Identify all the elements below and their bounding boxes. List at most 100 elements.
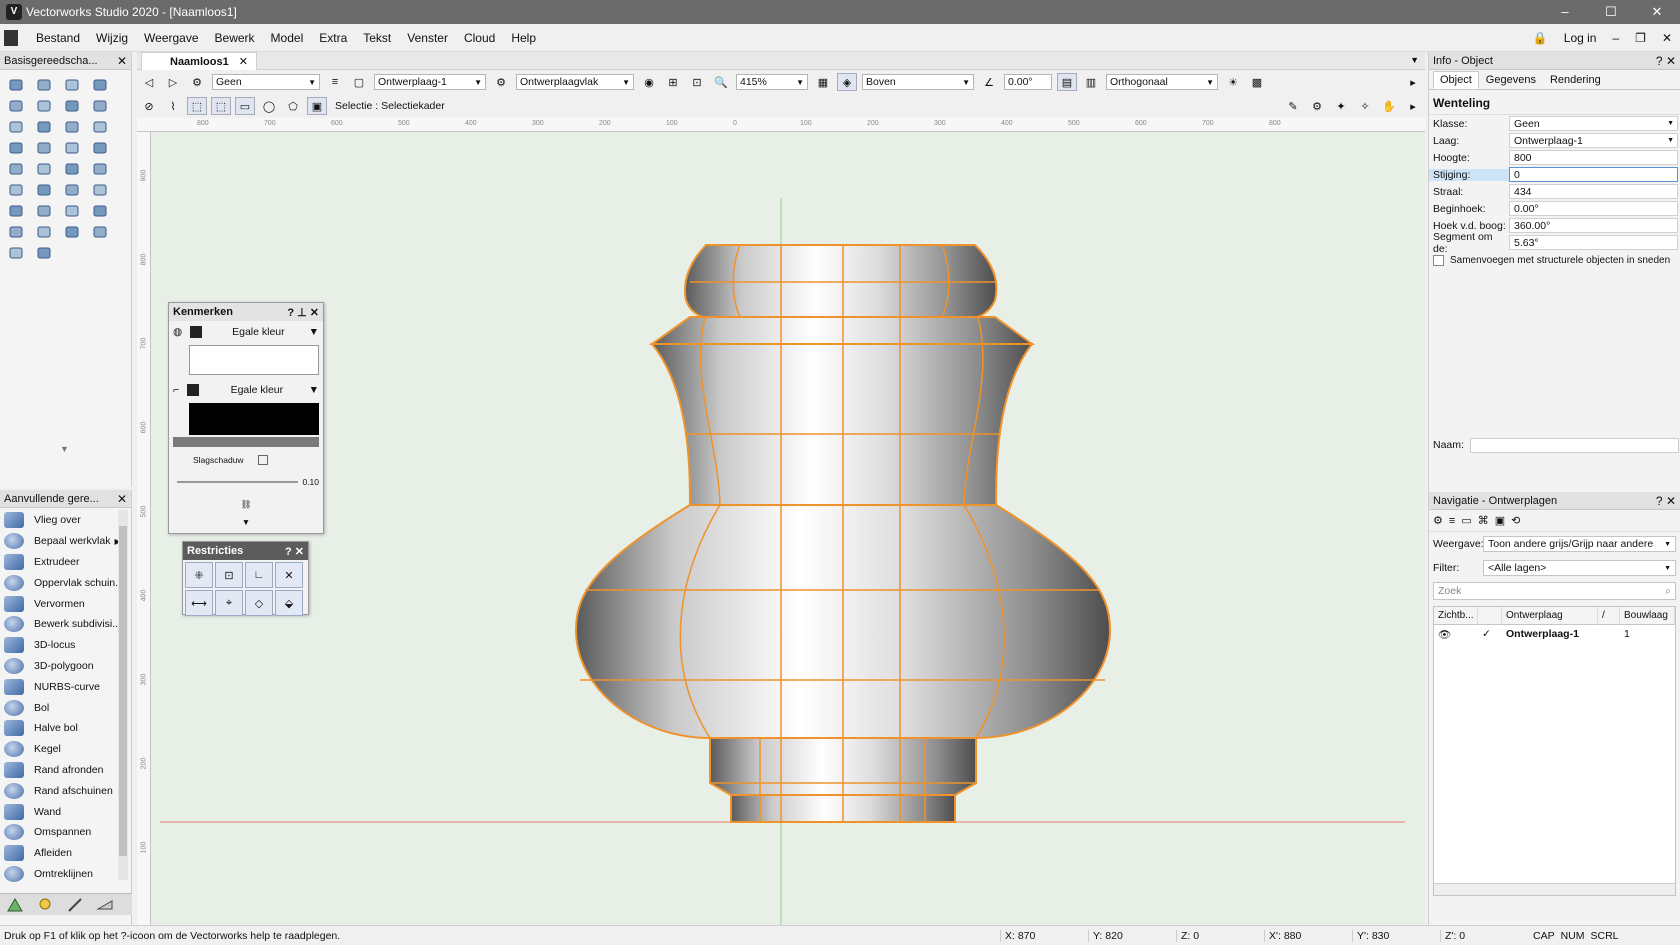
oval-icon[interactable] xyxy=(30,137,58,158)
3d-box-icon[interactable] xyxy=(86,95,114,116)
list-item[interactable]: Bol xyxy=(0,697,131,718)
scrollbar[interactable] xyxy=(118,510,128,880)
minimize-button[interactable]: – xyxy=(1542,0,1588,24)
zoom-select[interactable]: 415% ▼ xyxy=(736,74,808,90)
spiral-icon[interactable] xyxy=(2,179,30,200)
panel-restore-icon[interactable]: ❐ xyxy=(1635,31,1646,45)
menu-bestand[interactable]: Bestand xyxy=(28,31,88,45)
menu-extra[interactable]: Extra xyxy=(311,31,355,45)
snap-settings-icon[interactable]: ✦ xyxy=(1331,97,1351,115)
list-item[interactable]: Rand afschuinen xyxy=(0,780,131,801)
reshape-icon[interactable] xyxy=(30,221,58,242)
list-item[interactable]: Rand afronden xyxy=(0,760,131,781)
document-icon[interactable] xyxy=(4,29,18,46)
list-item[interactable]: Bepaal werkvlak▶ xyxy=(0,531,131,552)
view-select[interactable]: Boven ▼ xyxy=(862,74,974,90)
rotate-icon[interactable] xyxy=(2,200,30,221)
column-header[interactable]: Ontwerplaag xyxy=(1502,606,1598,625)
close-icon[interactable]: ✕ xyxy=(117,54,127,68)
grid-icon[interactable]: ▥ xyxy=(1081,73,1101,91)
menu-wijzig[interactable]: Wijzig xyxy=(88,31,136,45)
selection-mode-icon[interactable]: ⬚ xyxy=(187,97,207,115)
list-item[interactable]: 3D-polygoon xyxy=(0,656,131,677)
zoom-selection-icon[interactable]: ⊡ xyxy=(687,73,707,91)
pin-icon[interactable]: ⊥ xyxy=(297,307,307,319)
column-header[interactable]: / xyxy=(1598,606,1620,625)
snap-grid-icon[interactable]: ⁜ xyxy=(185,562,213,588)
help-icon[interactable]: ? xyxy=(285,546,292,558)
snap-dropdown-icon[interactable]: ✧ xyxy=(1355,97,1375,115)
hand-icon[interactable]: ✋ xyxy=(1379,97,1399,115)
projection-select[interactable]: Orthogonaal ▼ xyxy=(1106,74,1218,90)
render-mode-icon[interactable]: ▦ xyxy=(813,73,833,91)
back-icon[interactable]: ◁ xyxy=(139,73,159,91)
freehand-icon[interactable] xyxy=(58,158,86,179)
merge-structural-checkbox[interactable] xyxy=(1433,255,1444,266)
arc-icon[interactable] xyxy=(58,137,86,158)
close-icon[interactable]: ✕ xyxy=(1666,54,1676,68)
collapse-arrow-icon[interactable]: ▼ xyxy=(242,517,250,527)
views-nav-icon[interactable]: ⌘ xyxy=(1478,514,1489,527)
layer-visibility-icon[interactable]: ▢ xyxy=(349,73,369,91)
chevron-down-icon[interactable]: ▼ xyxy=(309,326,319,338)
angle-field[interactable]: 0.00° xyxy=(1004,74,1052,90)
rectangle-icon[interactable] xyxy=(58,116,86,137)
working-plane-icon[interactable]: ⚙ xyxy=(491,73,511,91)
zoom-icon[interactable] xyxy=(86,74,114,95)
palette-tab-3d-icon[interactable] xyxy=(0,894,30,916)
pitch-field[interactable]: 0 xyxy=(1509,167,1678,182)
list-item[interactable]: 3D-locus xyxy=(0,635,131,656)
split-icon[interactable] xyxy=(86,200,114,221)
tab-rendering[interactable]: Rendering xyxy=(1543,71,1608,89)
select-arrow-icon[interactable] xyxy=(2,74,30,95)
class-select[interactable]: Geen ▼ xyxy=(212,74,320,90)
settings-gear-icon[interactable]: ⚙ xyxy=(1307,97,1327,115)
fill-row[interactable]: ◍ Egale kleur ▼ xyxy=(169,321,323,343)
menu-model[interactable]: Model xyxy=(263,31,312,45)
eye-icon[interactable]: 👁 xyxy=(1434,625,1478,643)
saved-view-icon[interactable]: ◉ xyxy=(639,73,659,91)
list-item[interactable]: Afleiden xyxy=(0,843,131,864)
list-item[interactable]: NURBS-curve xyxy=(0,676,131,697)
close-icon[interactable]: ✕ xyxy=(117,492,127,506)
snap-distance-icon[interactable]: ⟷ xyxy=(185,590,213,616)
mirror2-icon[interactable] xyxy=(30,200,58,221)
close-tab-icon[interactable]: ✕ xyxy=(239,55,248,68)
radius-field[interactable]: 434 xyxy=(1509,184,1678,199)
maximize-button[interactable]: ☐ xyxy=(1588,0,1634,24)
references-nav-icon[interactable]: ▣ xyxy=(1495,514,1505,527)
transform-mode-icon[interactable]: ⬚ xyxy=(211,97,231,115)
column-header[interactable]: Bouwlaag xyxy=(1620,606,1675,625)
tools-icon[interactable]: ✎ xyxy=(1283,97,1303,115)
shadow-checkbox[interactable] xyxy=(257,455,268,465)
list-item[interactable]: Wand xyxy=(0,801,131,822)
palette-tab-ruler-icon[interactable] xyxy=(90,894,120,916)
classes-nav-icon[interactable]: ⚙ xyxy=(1433,514,1443,527)
list-item[interactable]: Omspannen xyxy=(0,822,131,843)
polygon-mode-icon[interactable]: ⬠ xyxy=(283,97,303,115)
offset-icon[interactable] xyxy=(86,221,114,242)
help-icon[interactable]: ? xyxy=(287,307,294,319)
tab-dropdown-icon[interactable]: ▼ xyxy=(1410,55,1419,65)
angle-icon[interactable]: ∠ xyxy=(979,73,999,91)
snap-surface-icon[interactable]: ◇ xyxy=(245,590,273,616)
hexagon-icon[interactable] xyxy=(86,158,114,179)
document-tab[interactable]: Naamloos1 ✕ xyxy=(141,52,257,70)
filter-dropdown[interactable]: <Alle lagen> ▼ xyxy=(1483,560,1676,576)
arc-angle-field[interactable]: 360.00° xyxy=(1509,218,1678,233)
palette-tab-pencil-icon[interactable] xyxy=(60,894,90,916)
panel-close-icon[interactable]: ✕ xyxy=(1662,31,1672,45)
eraser-icon[interactable] xyxy=(2,242,30,263)
tab-object[interactable]: Object xyxy=(1433,71,1479,89)
help-icon[interactable]: ? xyxy=(1656,494,1663,508)
circle-icon[interactable] xyxy=(2,137,30,158)
toolbar-collapse-icon[interactable]: ▸ xyxy=(1403,73,1423,91)
list-item[interactable]: Vlieg over xyxy=(0,510,131,531)
table-row[interactable]: 👁 ✓ Ontwerplaag-1 1 xyxy=(1434,625,1675,643)
clip-icon[interactable] xyxy=(30,242,58,263)
list-item[interactable]: Kegel xyxy=(0,739,131,760)
expand-arrow-icon[interactable]: ▼ xyxy=(60,444,69,454)
snap-object-icon[interactable]: ⊡ xyxy=(215,562,243,588)
menu-tekst[interactable]: Tekst xyxy=(355,31,399,45)
plane-select[interactable]: Ontwerplaagvlak ▼ xyxy=(516,74,634,90)
